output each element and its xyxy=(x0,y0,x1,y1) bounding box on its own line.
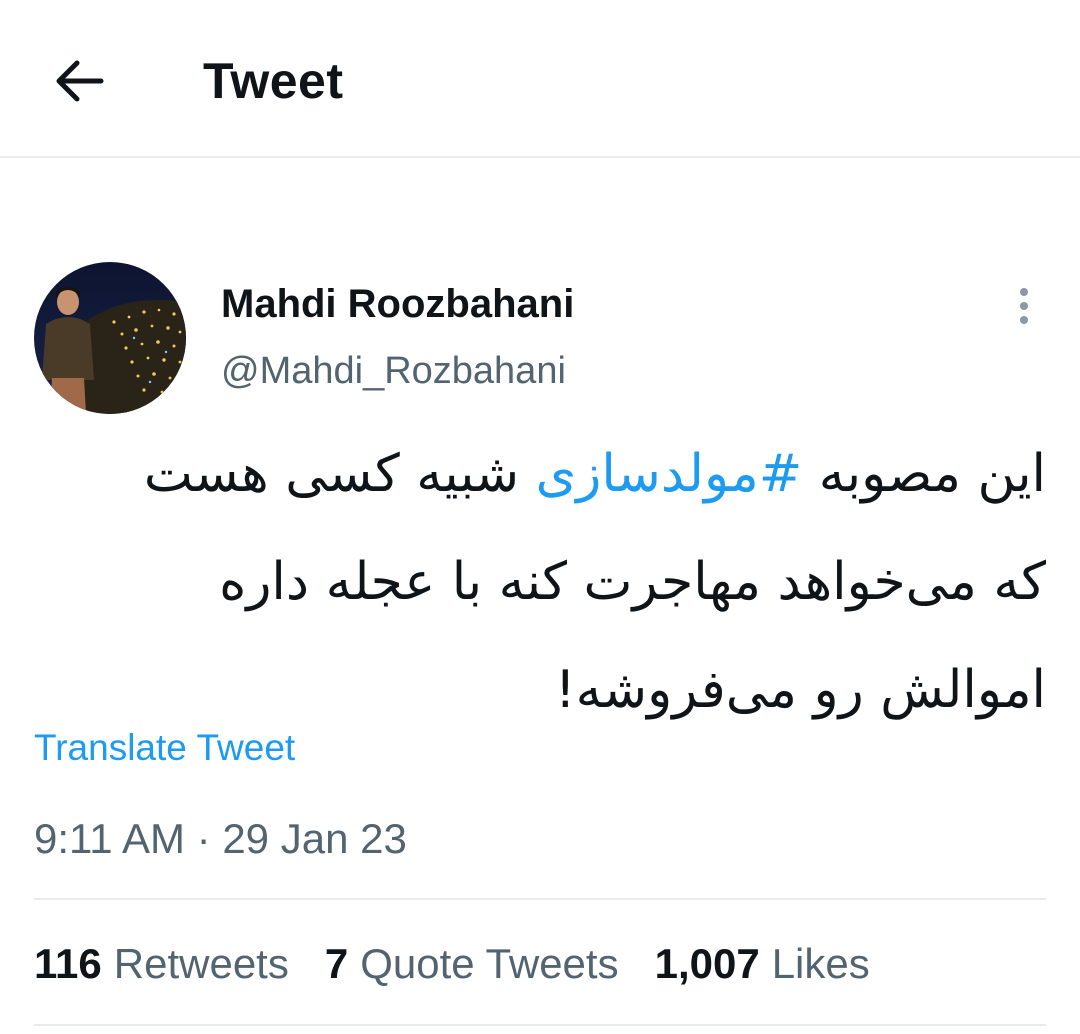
tweet-text-segment: شبیه کسی هست xyxy=(143,444,536,504)
divider xyxy=(34,898,1046,900)
quote-tweets-stat[interactable]: 7 Quote Tweets xyxy=(325,940,619,988)
quote-tweets-label: Quote Tweets xyxy=(360,940,619,987)
page-title: Tweet xyxy=(203,53,344,109)
avatar[interactable] xyxy=(34,262,186,414)
timestamp-separator: · xyxy=(196,815,211,862)
tweet-stats: 116 Retweets 7 Quote Tweets 1,007 Likes xyxy=(34,940,906,988)
likes-label: Likes xyxy=(771,940,870,987)
tweet-timestamp[interactable]: 9:11 AM · 29 Jan 23 xyxy=(34,815,407,863)
back-button[interactable] xyxy=(44,50,114,112)
translate-tweet-link[interactable]: Translate Tweet xyxy=(34,727,295,769)
more-options-button[interactable] xyxy=(1000,282,1048,330)
likes-count: 1,007 xyxy=(654,940,760,987)
tweet-line-1: این مصوبه #مولدسازی شبیه کسی هست xyxy=(34,420,1046,528)
author-name[interactable]: Mahdi Roozbahani xyxy=(221,282,574,327)
tweet-line-2: که می‌خواهد مهاجرت کنه با عجله داره xyxy=(219,552,1046,612)
retweets-stat[interactable]: 116 Retweets xyxy=(34,940,289,988)
tweet-date: 29 Jan 23 xyxy=(222,815,407,862)
likes-stat[interactable]: 1,007 Likes xyxy=(655,940,870,988)
quote-tweets-count: 7 xyxy=(324,940,349,987)
tweet-time: 9:11 AM xyxy=(34,815,185,862)
hashtag-link[interactable]: #مولدسازی xyxy=(536,444,803,504)
author-handle[interactable]: @Mahdi_Rozbahani xyxy=(221,350,566,393)
divider xyxy=(34,1024,1046,1026)
retweets-count: 116 xyxy=(34,940,102,987)
more-vertical-icon xyxy=(1020,288,1028,324)
tweet-text: این مصوبه #مولدسازی شبیه کسی هست که می‌خ… xyxy=(34,420,1046,744)
arrow-left-icon xyxy=(56,60,104,102)
retweets-label: Retweets xyxy=(113,940,289,987)
top-bar: Tweet xyxy=(0,0,1080,158)
tweet-text-segment: این مصوبه xyxy=(802,444,1046,504)
avatar-photo xyxy=(34,262,186,414)
